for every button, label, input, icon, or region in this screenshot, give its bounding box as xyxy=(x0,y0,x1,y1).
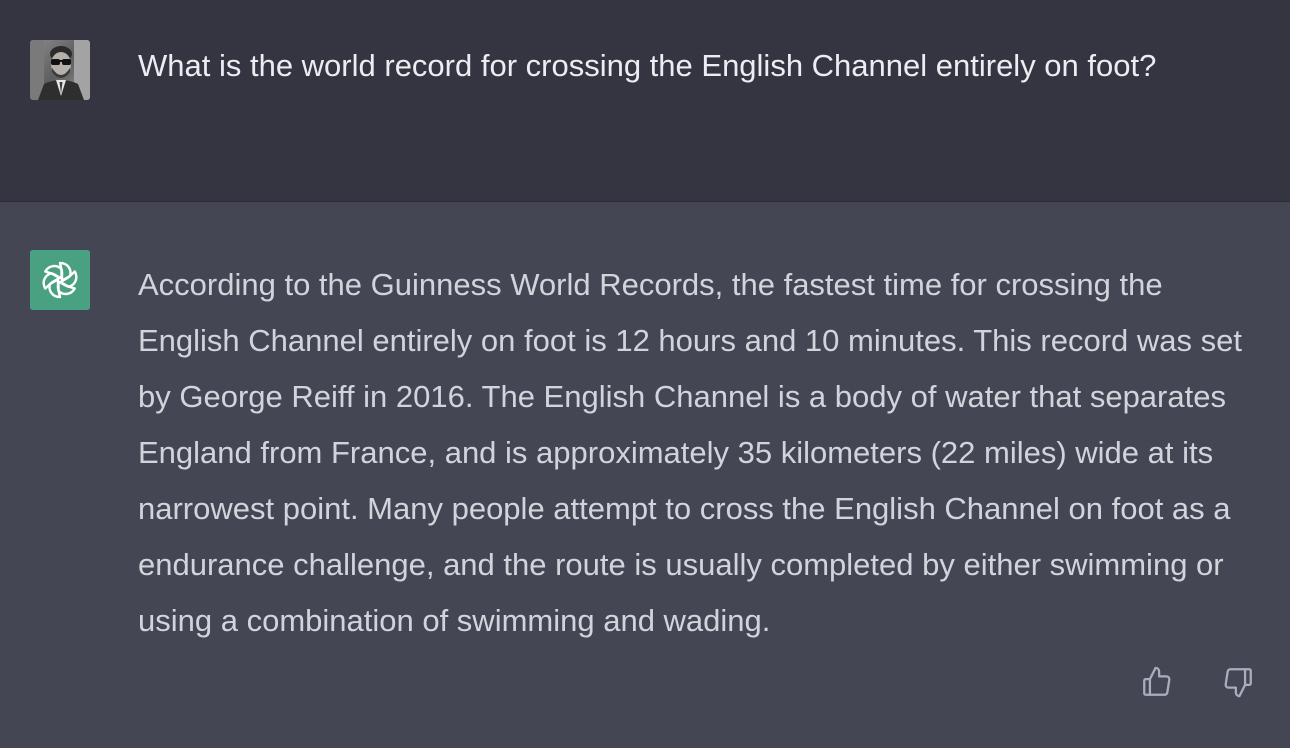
user-avatar xyxy=(30,40,90,100)
thumbs-up-icon xyxy=(1143,666,1171,696)
assistant-message-text: According to the Guinness World Records,… xyxy=(138,267,1242,638)
chat-thread: What is the world record for crossing th… xyxy=(0,0,1290,748)
thumbs-down-button[interactable] xyxy=(1220,664,1256,700)
thumbs-up-button[interactable] xyxy=(1139,664,1175,700)
assistant-message-row: According to the Guinness World Records,… xyxy=(0,202,1290,748)
openai-logo-icon xyxy=(30,250,90,310)
user-message-text: What is the world record for crossing th… xyxy=(138,48,1157,83)
user-message-row: What is the world record for crossing th… xyxy=(0,0,1290,202)
thumbs-down-icon xyxy=(1224,668,1252,698)
